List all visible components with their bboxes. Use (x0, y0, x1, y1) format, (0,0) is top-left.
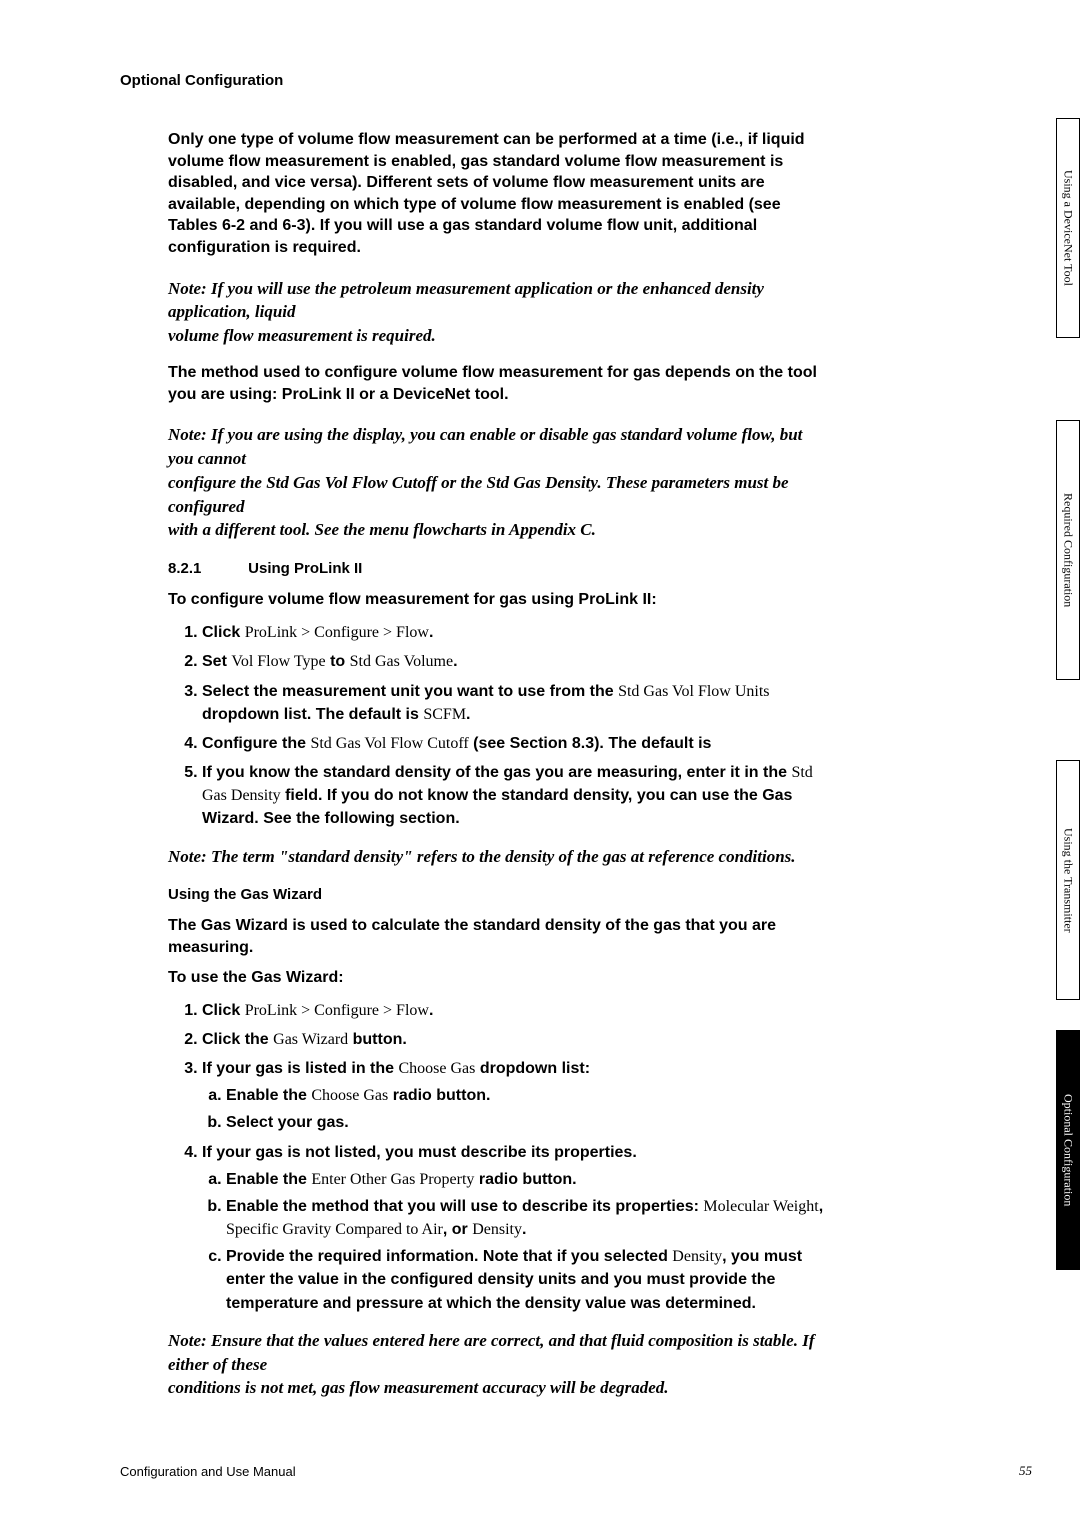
ui-label: Std Gas Vol Flow Cutoff (310, 735, 468, 752)
list-item: Set Vol Flow Type to Std Gas Volume. (202, 650, 830, 673)
glyph-row: Note: If you will use the petroleum meas… (168, 277, 830, 325)
tab-using-transmitter[interactable]: Using the Transmitter (1056, 760, 1080, 1000)
list-item: Provide the required information. Note t… (226, 1245, 830, 1315)
ui-label: Choose Gas (398, 1060, 475, 1077)
ui-label: Specific Gravity Compared to Air (226, 1221, 443, 1238)
ui-label: Molecular Weight (703, 1198, 818, 1215)
ui-label: Vol Flow Type (231, 653, 325, 670)
footer-left: Configuration and Use Manual (120, 1464, 296, 1479)
tab-using-devicenet[interactable]: Using a DeviceNet Tool (1056, 118, 1080, 338)
list-item: If your gas is listed in the Choose Gas … (202, 1057, 830, 1135)
content-area: Only one type of volume flow measurement… (120, 129, 830, 1400)
side-tabs: Using a DeviceNet Tool Required Configur… (1056, 0, 1080, 1527)
ui-label: Density (672, 1248, 722, 1265)
glyph-row: Note: Ensure that the values entered her… (168, 1329, 830, 1377)
subsection-title: Using ProLink II (248, 560, 362, 577)
ui-label: Enter Other Gas Property (311, 1171, 474, 1188)
lead-text: To configure volume flow measurement for… (168, 591, 830, 609)
page-content: Optional Configuration Only one type of … (0, 0, 830, 1450)
substeps: Enable the Enter Other Gas Property radi… (226, 1168, 830, 1315)
tab-required-config[interactable]: Required Configuration (1056, 420, 1080, 680)
lead-text: To use the Gas Wizard: (168, 969, 830, 987)
ui-label: Choose Gas (311, 1087, 388, 1104)
page-header: Optional Configuration (120, 72, 830, 89)
note-glyphs-b: Note: If you are using the display, you … (168, 423, 830, 542)
list-item: Configure the Std Gas Vol Flow Cutoff (s… (202, 732, 830, 755)
block-heading: Using the Gas Wizard (168, 886, 830, 903)
page-number: 55 (1019, 1463, 1032, 1479)
note-glyphs-c: Note: The term "standard density" refers… (168, 845, 830, 869)
ui-label: Gas Wizard (273, 1031, 348, 1048)
list-item: Click ProLink > Configure > Flow. (202, 999, 830, 1022)
intro-paragraph: Only one type of volume flow measurement… (168, 129, 830, 259)
list-item: Enable the Choose Gas radio button. (226, 1084, 830, 1107)
tab-optional-config[interactable]: Optional Configuration (1056, 1030, 1080, 1270)
list-item: If your gas is not listed, you must desc… (202, 1141, 830, 1315)
menu-path: ProLink > Configure > Flow (245, 624, 429, 641)
glyph-row: volume flow measurement is required. (168, 324, 830, 348)
glyph-row: configure the Std Gas Vol Flow Cutoff or… (168, 471, 830, 519)
list-item: Click ProLink > Configure > Flow. (202, 621, 830, 644)
steps-list-1: Click ProLink > Configure > Flow. Set Vo… (202, 621, 830, 831)
list-item: Click the Gas Wizard button. (202, 1028, 830, 1051)
list-item: If you know the standard density of the … (202, 761, 830, 831)
note-glyphs-d: Note: Ensure that the values entered her… (168, 1329, 830, 1400)
steps-list-2: Click ProLink > Configure > Flow. Click … (202, 999, 830, 1315)
ui-label: Std Gas Volume (350, 653, 453, 670)
ui-label: Std Gas Vol Flow Units (618, 683, 769, 700)
glyph-row: Note: If you are using the display, you … (168, 423, 830, 471)
subsection-number: 8.2.1 (168, 560, 244, 577)
list-item: Select your gas. (226, 1111, 830, 1134)
paragraph: The Gas Wizard is used to calculate the … (168, 915, 830, 958)
ui-label: SCFM (423, 706, 466, 723)
glyph-row: Note: The term "standard density" refers… (168, 845, 830, 869)
list-item: Enable the method that you will use to d… (226, 1195, 830, 1241)
glyph-row: conditions is not met, gas flow measurem… (168, 1376, 830, 1400)
list-item: Select the measurement unit you want to … (202, 680, 830, 726)
list-item: Enable the Enter Other Gas Property radi… (226, 1168, 830, 1191)
menu-path: ProLink > Configure > Flow (245, 1002, 429, 1019)
ui-label: Density (472, 1221, 522, 1238)
paragraph: The method used to configure volume flow… (168, 362, 830, 405)
glyph-row: with a different tool. See the menu flow… (168, 518, 830, 542)
subsection-heading: 8.2.1 Using ProLink II (168, 560, 830, 577)
note-glyphs-a: Note: If you will use the petroleum meas… (168, 277, 830, 348)
substeps: Enable the Choose Gas radio button. Sele… (226, 1084, 830, 1134)
